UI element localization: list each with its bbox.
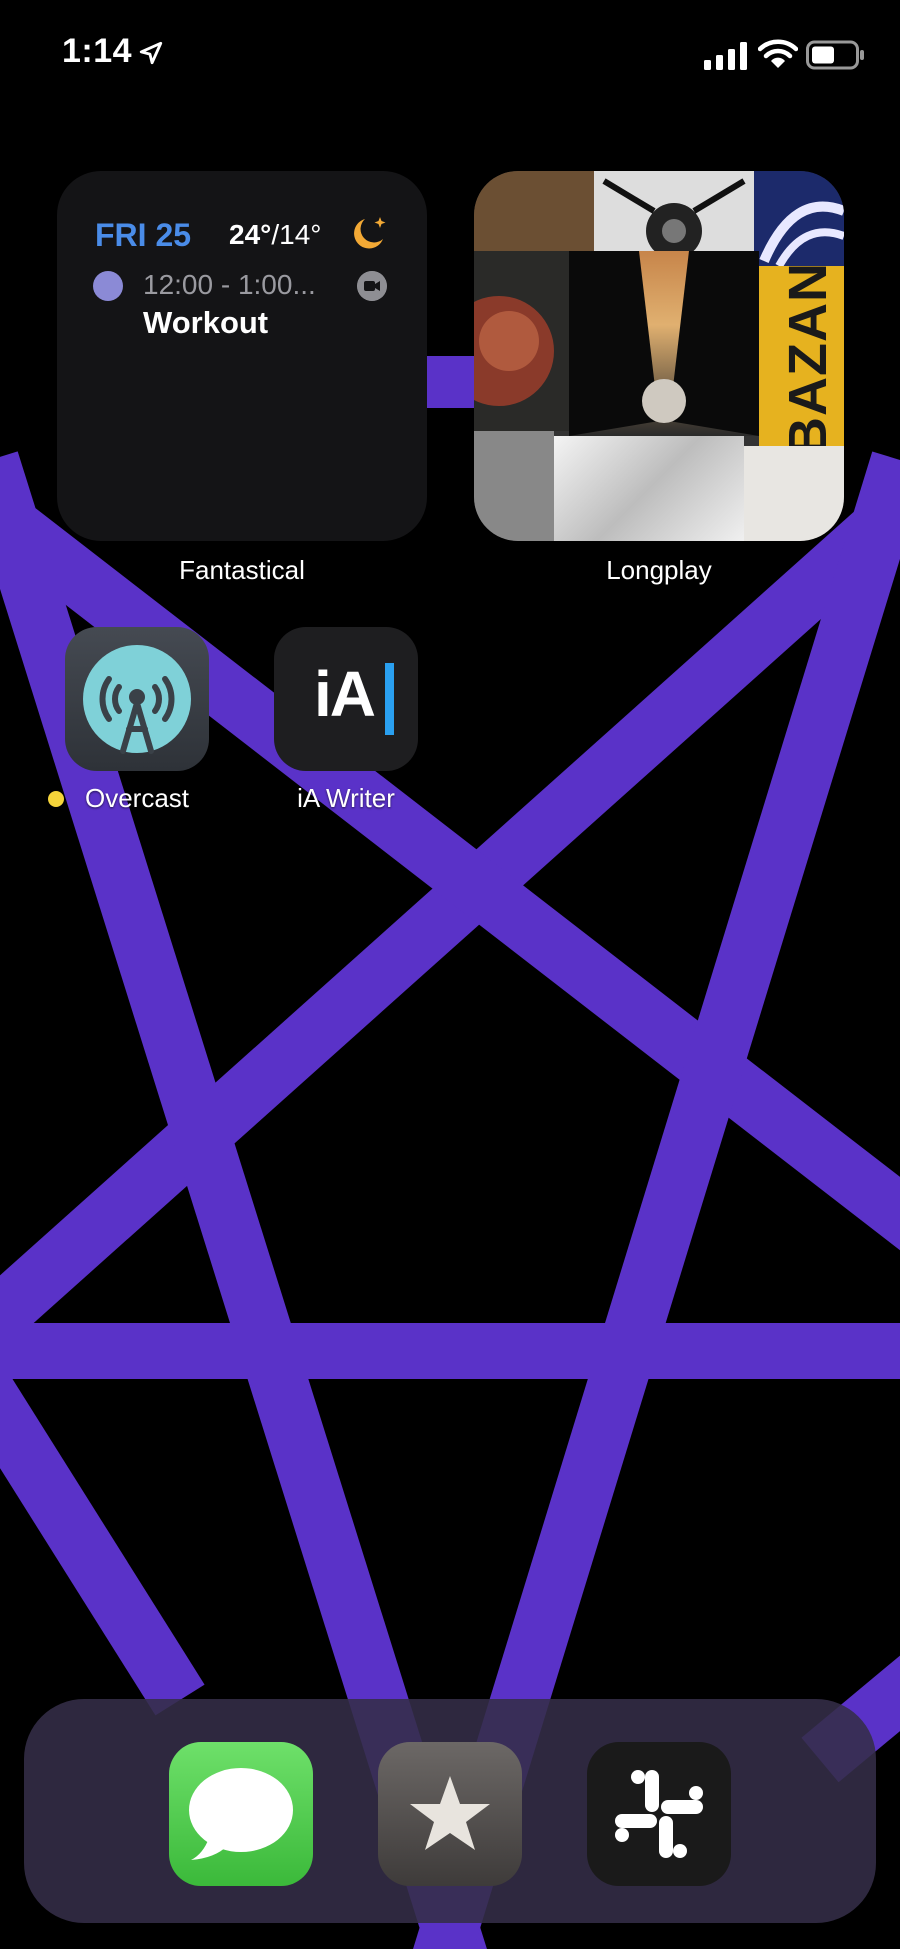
slack-app-icon[interactable] xyxy=(587,1742,731,1886)
status-time: 1:14 xyxy=(62,32,133,70)
moon-stars-icon xyxy=(354,217,386,249)
album-art xyxy=(754,171,844,269)
fantastical-widget[interactable]: FRI 25 24°/14° 12:00 - 1:00... Workout xyxy=(57,171,427,541)
album-art-title: BAZAN xyxy=(777,262,838,456)
longplay-widget[interactable]: BAZAN xyxy=(474,171,844,541)
longplay-widget-label: Longplay xyxy=(606,555,712,585)
location-arrow-icon xyxy=(139,41,163,65)
album-art xyxy=(474,431,554,541)
event-time: 12:00 - 1:00... xyxy=(143,269,316,300)
event-title: Workout xyxy=(143,305,269,340)
battery-icon xyxy=(806,40,864,70)
wifi-icon xyxy=(758,39,798,68)
reeder-app-icon[interactable] xyxy=(378,1742,522,1886)
album-art xyxy=(744,446,844,541)
status-bar: 1:14 xyxy=(0,0,900,110)
album-art xyxy=(569,251,759,436)
text-cursor-icon xyxy=(385,663,394,735)
speech-bubble-icon xyxy=(189,1768,293,1860)
album-art xyxy=(554,436,744,541)
video-call-icon xyxy=(357,271,387,301)
album-art xyxy=(474,251,569,431)
notification-dot xyxy=(48,791,64,807)
overcast-app-icon[interactable] xyxy=(65,627,209,771)
fantastical-widget-label: Fantastical xyxy=(179,555,305,585)
ia-writer-app-icon[interactable]: iA xyxy=(274,627,418,771)
cellular-signal-icon xyxy=(704,42,747,70)
event-color-dot xyxy=(93,271,123,301)
slack-hash-icon xyxy=(615,1770,703,1858)
widget-date: FRI 25 xyxy=(95,217,192,253)
album-art xyxy=(474,171,594,251)
messages-app-icon[interactable] xyxy=(169,1742,313,1886)
widget-temperature: 24°/14° xyxy=(229,219,322,250)
app-label-overcast: Overcast xyxy=(84,783,190,813)
album-art: BAZAN xyxy=(759,262,844,456)
podcast-tower-icon xyxy=(83,645,191,754)
star-icon xyxy=(410,1776,490,1850)
ia-writer-logo-text: iA xyxy=(314,658,376,730)
app-label-ia-writer: iA Writer xyxy=(297,783,395,813)
